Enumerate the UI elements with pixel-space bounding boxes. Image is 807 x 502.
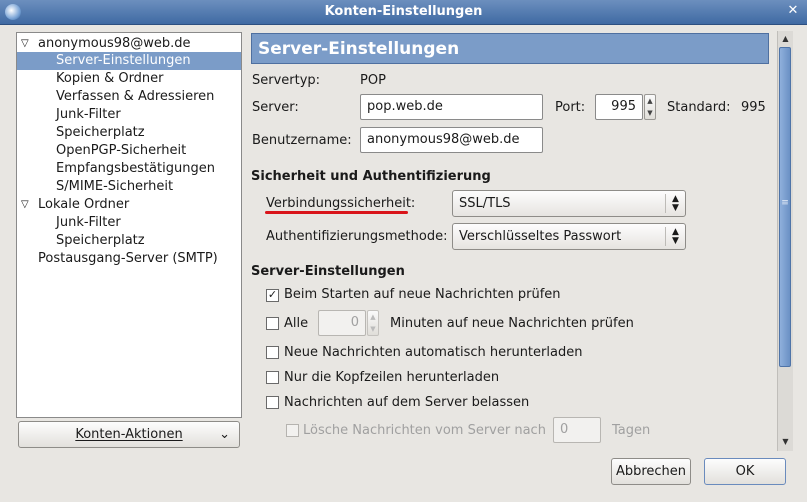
account-actions-button[interactable]: Konten-Aktionen ⌄ (18, 421, 240, 448)
select-arrows-icon: ▲ ▼ (665, 227, 685, 246)
check-on-start-label: Beim Starten auf neue Nachrichten prüfen (284, 287, 561, 302)
tree-item-local-disk-space[interactable]: Speicherplatz (17, 232, 241, 250)
chevron-down-icon: ⌄ (219, 427, 230, 442)
tree-item-smime[interactable]: S/MIME-Sicherheit (17, 178, 241, 196)
check-every-input[interactable]: 0 (318, 310, 366, 336)
check-on-start-checkbox[interactable]: ✓ (266, 289, 279, 302)
panel-scrollbar[interactable]: ▲ ≡ ▼ (777, 31, 793, 451)
tree-item-label: Kopien & Ordner (56, 71, 164, 86)
window-title: Konten-Einstellungen (324, 4, 483, 19)
delete-after-suffix: Tagen (612, 423, 651, 438)
connection-security-label: Verbindungssicherheit: (266, 196, 416, 211)
tree-item-label: Junk-Filter (56, 107, 121, 122)
tree-item-label: Speicherplatz (56, 233, 145, 248)
close-icon[interactable]: ✕ (785, 3, 801, 19)
standard-label: Standard: (667, 100, 731, 115)
cancel-button[interactable]: Abbrechen (611, 458, 691, 485)
security-section-heading: Sicherheit und Authentifizierung (251, 169, 491, 184)
server-label: Server: (252, 100, 299, 115)
server-settings-panel: Server-Einstellungen Servertyp: POP Serv… (248, 31, 793, 451)
headers-only-checkbox[interactable] (266, 371, 279, 384)
username-input[interactable]: anonymous98@web.de (360, 127, 543, 153)
check-every-label: Alle (284, 316, 309, 331)
tree-item-smtp[interactable]: Postausgang-Server (SMTP) (17, 250, 241, 268)
auth-method-select[interactable]: Verschlüsseltes Passwort ▲ ▼ (452, 223, 686, 250)
scroll-down-icon[interactable]: ▼ (778, 435, 793, 449)
select-arrows-icon: ▲ ▼ (665, 194, 685, 213)
auto-download-checkbox[interactable] (266, 346, 279, 359)
scrollbar-thumb[interactable]: ≡ (779, 47, 791, 367)
account-actions-label: Konten-Aktionen (75, 427, 183, 442)
leave-on-server-label: Nachrichten auf dem Server belassen (284, 395, 530, 410)
tree-item-label: Verfassen & Adressieren (56, 89, 215, 104)
server-input[interactable]: pop.web.de (360, 94, 543, 120)
tree-item-copies-folders[interactable]: Kopien & Ordner (17, 70, 241, 88)
tree-item-label: Junk-Filter (56, 215, 121, 230)
delete-after-input[interactable]: 0 (553, 417, 601, 443)
delete-after-label: Lösche Nachrichten vom Server nach (303, 423, 546, 438)
expander-icon[interactable]: ▽ (21, 196, 29, 214)
port-input[interactable]: 995 (595, 94, 643, 120)
auth-method-label: Authentifizierungsmethode: (266, 229, 448, 244)
delete-after-checkbox[interactable] (286, 424, 299, 437)
standard-value: 995 (741, 100, 766, 115)
headers-only-label: Nur die Kopfzeilen herunterladen (284, 370, 500, 385)
scroll-up-icon[interactable]: ▲ (778, 32, 793, 46)
tree-item-label: Lokale Ordner (38, 197, 130, 212)
username-label: Benutzername: (252, 133, 352, 148)
tree-item-local-junk-filter[interactable]: Junk-Filter (17, 214, 241, 232)
connection-security-value: SSL/TLS (459, 196, 511, 211)
tree-item-openpgp[interactable]: OpenPGP-Sicherheit (17, 142, 241, 160)
tree-item-label: Postausgang-Server (SMTP) (38, 251, 218, 266)
tree-item-label: Server-Einstellungen (56, 53, 191, 68)
tree-item-junk-filter[interactable]: Junk-Filter (17, 106, 241, 124)
auto-download-label: Neue Nachrichten automatisch herunterlad… (284, 345, 583, 360)
annotation-underline (265, 211, 408, 214)
page-title: Server-Einstellungen (251, 33, 769, 64)
tree-item-label: Speicherplatz (56, 125, 145, 140)
tree-item-composition[interactable]: Verfassen & Adressieren (17, 88, 241, 106)
server-settings-section-heading: Server-Einstellungen (251, 264, 405, 279)
tree-item-label: anonymous98@web.de (38, 36, 191, 51)
tree-item-server-settings[interactable]: Server-Einstellungen (17, 52, 241, 70)
ok-button[interactable]: OK (704, 458, 786, 485)
port-stepper[interactable]: ▲ ▼ (644, 94, 656, 120)
port-label: Port: (555, 100, 586, 115)
tree-item-label: OpenPGP-Sicherheit (56, 143, 187, 158)
grip-icon: ≡ (781, 198, 789, 208)
connection-security-select[interactable]: SSL/TLS ▲ ▼ (452, 190, 686, 217)
expander-icon[interactable]: ▽ (21, 35, 29, 53)
auth-method-value: Verschlüsseltes Passwort (459, 229, 622, 244)
tree-item-label: S/MIME-Sicherheit (56, 179, 174, 194)
tree-item-receipts[interactable]: Empfangsbestätigungen (17, 160, 241, 178)
tree-item-account[interactable]: ▽ anonymous98@web.de (17, 35, 241, 53)
server-type-value: POP (360, 73, 386, 88)
account-tree: ▽ anonymous98@web.de Server-Einstellunge… (16, 32, 242, 418)
leave-on-server-checkbox[interactable] (266, 396, 279, 409)
check-every-suffix: Minuten auf neue Nachrichten prüfen (390, 316, 634, 331)
server-type-label: Servertyp: (252, 73, 321, 88)
check-every-stepper[interactable]: ▲ ▼ (367, 310, 379, 336)
check-every-checkbox[interactable] (266, 317, 279, 330)
tree-item-label: Empfangsbestätigungen (56, 161, 215, 176)
tree-item-local-folders[interactable]: ▽ Lokale Ordner (17, 196, 241, 214)
tree-item-disk-space[interactable]: Speicherplatz (17, 124, 241, 142)
title-bar: Konten-Einstellungen ✕ (0, 0, 807, 25)
